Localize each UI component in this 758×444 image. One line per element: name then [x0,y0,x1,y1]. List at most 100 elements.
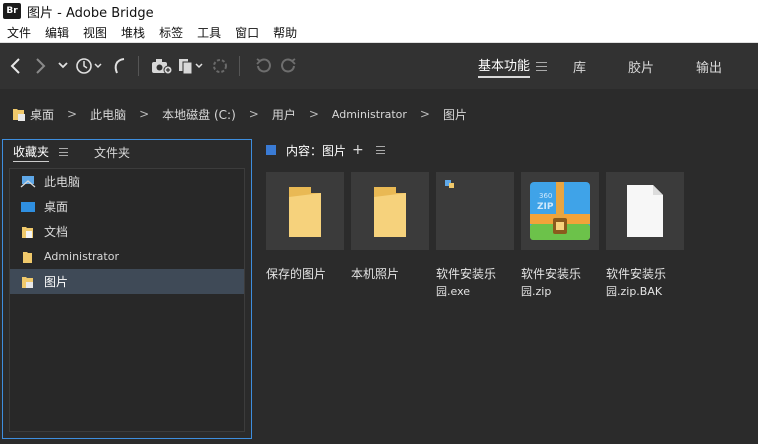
favorite-documents[interactable]: 文档 [10,219,244,244]
refine-icon[interactable] [209,55,231,77]
menu-bar: 文件 编辑 视图 堆栈 标签 工具 窗口 帮助 [0,22,758,43]
desktop-icon [20,200,36,214]
menu-view[interactable]: 视图 [76,24,114,41]
camera-icon[interactable] [151,55,173,77]
thumbnail-item[interactable]: 360 ZIP 软件安装乐 园.zip [521,172,599,301]
content-menu-icon[interactable] [375,146,385,154]
breadcrumb-local-disk[interactable]: 本地磁盘 (C:) [162,106,236,123]
content-panel-icon [266,145,276,155]
workspace-libraries[interactable]: 库 [573,57,586,76]
menu-stack[interactable]: 堆栈 [114,24,152,41]
toolbar: 基本功能 库 胶片 输出 [0,43,758,89]
breadcrumb-label: 桌面 [30,107,55,122]
chevron-right-icon: > [67,107,78,121]
folder-icon [374,187,406,237]
breadcrumb-pictures[interactable]: 图片 [443,106,467,123]
folder-icon [289,187,321,237]
chevron-down-icon[interactable] [56,55,70,77]
chevron-right-icon: > [139,107,150,121]
breadcrumb-users[interactable]: 用户 [272,106,296,123]
thumbnail-item[interactable]: 软件安装乐 园.exe [436,172,514,301]
tab-folders[interactable]: 文件夹 [94,144,130,161]
blank-file-icon [627,185,663,237]
user-folder-icon [20,250,36,264]
breadcrumb-label: 用户 [271,107,296,122]
menu-window[interactable]: 窗口 [228,24,266,41]
menu-label[interactable]: 标签 [152,24,190,41]
favorites-list: 此电脑 桌面 文档 Administrator 图片 [9,168,245,432]
exe-file-icon [445,180,454,188]
thumbnail-label: 本机照片 [351,265,435,283]
breadcrumb-label: 图片 [442,107,467,122]
chevron-right-icon: > [419,107,430,121]
panel-menu-icon[interactable] [59,148,69,156]
history-icon[interactable] [74,55,104,77]
document-folder-icon [20,225,36,239]
toolbar-separator [239,56,240,76]
favorite-label: 图片 [44,275,69,289]
menu-file[interactable]: 文件 [0,24,38,41]
thumbnail-frame [436,172,514,250]
app-logo: Br [3,3,21,19]
menu-tools[interactable]: 工具 [190,24,228,41]
thumbnail-label-line: 软件安装乐 [521,267,582,281]
window-title: 图片 - Adobe Bridge [27,5,154,21]
thumbnail-frame [266,172,344,250]
breadcrumb-desktop[interactable]: 桌面 [12,106,54,123]
pictures-folder-icon [20,275,36,289]
title-bar: Br 图片 - Adobe Bridge [0,0,758,22]
thumbnail-label-line: 园.zip.BAK [606,285,663,298]
forward-icon[interactable] [30,55,52,77]
rotate-left-icon[interactable] [252,55,274,77]
toolbar-separator [138,56,139,76]
thumbnail-label-line: 软件安装乐 [436,267,497,281]
thumbnail-label: 软件安装乐 园.zip.BAK [606,265,690,301]
thumbnail-item[interactable]: 保存的图片 [266,172,344,283]
thumbnail-item[interactable]: 本机照片 [351,172,429,283]
breadcrumb: 桌面 > 此电脑 > 本地磁盘 (C:) > 用户 > Administrato… [0,89,758,139]
desktop-folder-icon [12,106,26,122]
thumbnail-label-line: 软件安装乐 [606,267,667,281]
breadcrumb-administrator[interactable]: Administrator [332,108,407,121]
favorite-desktop[interactable]: 桌面 [10,194,244,219]
add-icon[interactable]: + [352,142,364,158]
breadcrumb-this-pc[interactable]: 此电脑 [90,106,126,123]
workspace-filmstrip[interactable]: 胶片 [628,57,654,76]
favorite-label: 桌面 [44,200,69,214]
favorite-this-pc[interactable]: 此电脑 [10,169,244,194]
favorite-label: 文档 [44,225,69,239]
content-title: 内容：图片 [286,143,347,158]
favorite-administrator[interactable]: Administrator [10,244,244,269]
favorites-panel: 收藏夹 文件夹 此电脑 桌面 文档 Administrator 图片 [2,139,252,439]
thumbnail-label-line: 本机照片 [351,267,400,281]
rotate-right-icon[interactable] [278,55,300,77]
computer-icon [20,175,36,189]
thumbnail-label-line: 保存的图片 [266,267,327,281]
menu-help[interactable]: 帮助 [266,24,304,41]
content-header: 内容：图片 + [256,139,758,161]
boomerang-icon[interactable] [108,55,130,77]
thumbnail-label: 软件安装乐 园.exe [436,265,520,301]
copy-icon[interactable] [177,55,205,77]
breadcrumb-label: Administrator [331,107,407,121]
zip-archive-icon: 360 ZIP [530,182,590,240]
content-grid: 保存的图片 本机照片 软件安装乐 园.exe 360 ZIP 软件安装乐 园.z… [256,161,758,444]
thumbnail-item[interactable]: 软件安装乐 园.zip.BAK [606,172,684,301]
thumbnail-frame [606,172,684,250]
workspace-switcher: 基本功能 库 胶片 输出 [458,43,758,89]
favorite-label: Administrator [44,250,119,263]
workspace-essentials[interactable]: 基本功能 [477,55,530,78]
menu-edit[interactable]: 编辑 [38,24,76,41]
back-icon[interactable] [4,55,26,77]
zip-brand-text: 360 [539,192,552,200]
tab-favorites[interactable]: 收藏夹 [13,143,50,162]
thumbnail-label-line: 园.zip [521,285,552,298]
thumbnail-label-line: 园.exe [436,285,471,298]
workspace-output[interactable]: 输出 [696,57,722,76]
thumbnail-frame: 360 ZIP [521,172,599,250]
thumbnail-frame [351,172,429,250]
favorite-pictures[interactable]: 图片 [10,269,244,294]
zip-label-text: ZIP [537,202,554,212]
breadcrumb-label: 本地磁盘 (C:) [162,107,236,122]
workspace-menu-icon[interactable] [535,61,547,71]
